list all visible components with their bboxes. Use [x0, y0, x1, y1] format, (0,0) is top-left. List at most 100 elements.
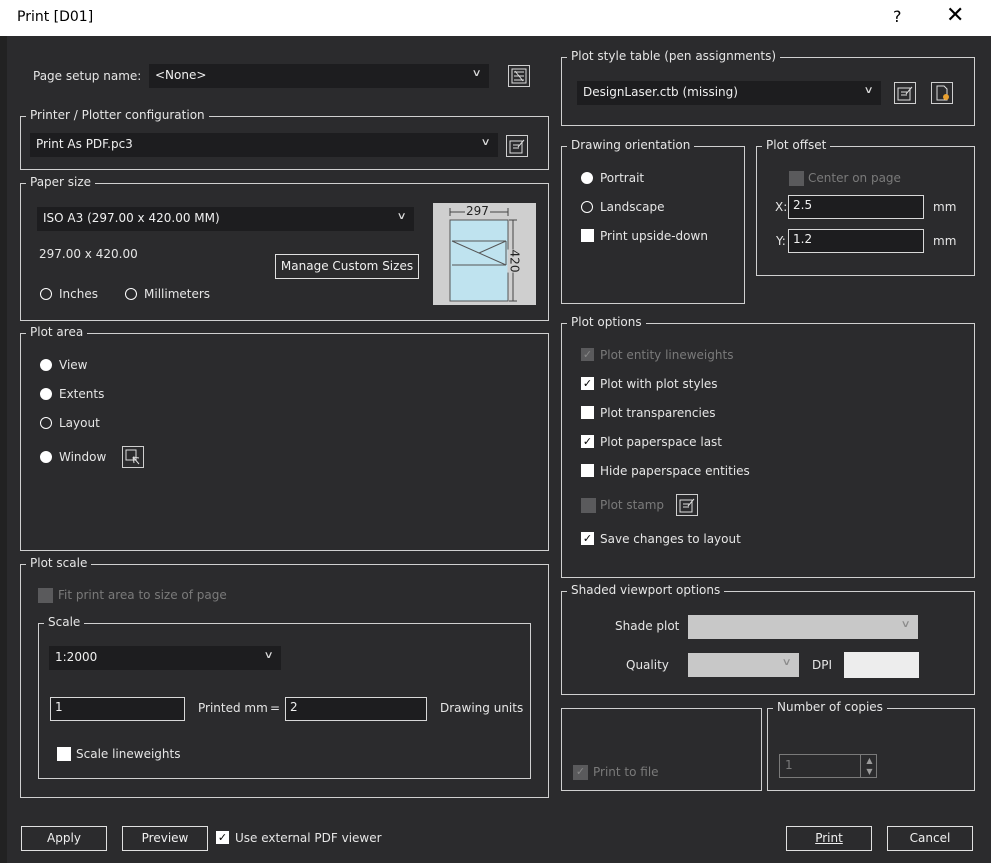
- fit-to-page-checkbox[interactable]: [38, 588, 53, 603]
- plot-style-new-button[interactable]: [931, 82, 953, 104]
- drawing-units-label: Drawing units: [440, 701, 524, 715]
- edit-properties-icon: [509, 139, 525, 154]
- plot-style-select[interactable]: DesignLaser.ctb (missing) ∨: [577, 81, 881, 105]
- print-to-file-checkbox[interactable]: ✓: [573, 765, 588, 780]
- printer-config-legend: Printer / Plotter configuration: [26, 108, 209, 122]
- page-setup-select[interactable]: <None> ∨: [149, 64, 489, 88]
- chevron-down-icon: ∨: [471, 68, 482, 79]
- page-setup-manager-button[interactable]: [508, 65, 530, 87]
- window-title: Print [D01]: [17, 9, 94, 25]
- orientation-legend: Drawing orientation: [567, 138, 695, 152]
- printer-properties-button[interactable]: [506, 135, 528, 157]
- window-radio[interactable]: [40, 451, 52, 463]
- view-radio[interactable]: [40, 359, 52, 371]
- printer-select[interactable]: Print As PDF.pc3 ∨: [30, 133, 498, 157]
- shaded-viewport-legend: Shaded viewport options: [567, 583, 725, 597]
- upside-down-checkbox[interactable]: [581, 229, 594, 242]
- offset-y-label: Y:: [776, 234, 786, 248]
- orientation-group: Drawing orientation: [561, 138, 745, 304]
- spinner-arrows-icon[interactable]: ▲ ▼: [860, 755, 878, 777]
- upside-down-label: Print upside-down: [600, 229, 708, 243]
- cancel-button[interactable]: Cancel: [887, 826, 973, 851]
- quality-select[interactable]: ∨: [688, 653, 799, 677]
- extents-label: Extents: [59, 387, 105, 401]
- scale-value: 1:2000: [55, 650, 98, 664]
- dpi-input[interactable]: [844, 652, 919, 678]
- save-changes-label: Save changes to layout: [600, 532, 741, 546]
- inches-radio[interactable]: [40, 288, 52, 300]
- chevron-down-icon: ∨: [263, 650, 274, 661]
- plot-stamp-settings-button[interactable]: [676, 494, 698, 516]
- scale-lineweights-checkbox[interactable]: [57, 747, 71, 761]
- chevron-down-icon: ∨: [480, 137, 491, 148]
- shade-plot-label: Shade plot: [615, 619, 680, 633]
- paper-size-value: ISO A3 (297.00 x 420.00 MM): [43, 211, 220, 225]
- quality-label: Quality: [626, 658, 669, 672]
- landscape-label: Landscape: [600, 200, 665, 214]
- landscape-radio[interactable]: [581, 201, 593, 213]
- chevron-down-icon: ∨: [900, 619, 911, 630]
- apply-button[interactable]: Apply: [21, 826, 107, 851]
- chevron-down-icon: ∨: [863, 85, 874, 96]
- plot-entity-lineweights-checkbox[interactable]: ✓: [581, 348, 594, 361]
- extents-radio[interactable]: [40, 388, 52, 400]
- layout-radio[interactable]: [40, 417, 52, 429]
- equals-sign: =: [270, 701, 281, 715]
- offset-x-unit: mm: [933, 200, 957, 214]
- paper-size-select[interactable]: ISO A3 (297.00 x 420.00 MM) ∨: [37, 207, 414, 231]
- copies-group: Number of copies: [767, 700, 975, 791]
- portrait-radio[interactable]: [581, 172, 593, 184]
- hide-paperspace-checkbox[interactable]: [581, 464, 594, 477]
- layout-label: Layout: [59, 416, 100, 430]
- page-setup-label: Page setup name:: [33, 69, 142, 83]
- print-button-label: Print: [815, 831, 843, 845]
- print-to-file-label: Print to file: [593, 765, 659, 779]
- plot-transparencies-label: Plot transparencies: [600, 406, 716, 420]
- edit-properties-icon: [897, 86, 913, 101]
- external-pdf-label: Use external PDF viewer: [235, 831, 382, 845]
- new-document-icon: [936, 85, 949, 101]
- portrait-label: Portrait: [600, 171, 645, 185]
- scale-legend: Scale: [44, 615, 85, 629]
- chevron-down-icon: ∨: [781, 657, 792, 668]
- plot-options-legend: Plot options: [567, 315, 646, 329]
- plot-stamp-label: Plot stamp: [600, 498, 665, 512]
- external-pdf-checkbox[interactable]: ✓: [216, 831, 229, 844]
- shade-plot-select[interactable]: ∨: [688, 615, 918, 639]
- window-select-icon: [125, 449, 140, 465]
- edit-properties-icon: [679, 498, 695, 513]
- printed-mm-input[interactable]: 1: [50, 697, 185, 721]
- paper-size-legend: Paper size: [26, 175, 96, 189]
- millimeters-radio[interactable]: [125, 288, 137, 300]
- offset-x-input[interactable]: 2.5: [788, 195, 924, 219]
- copies-spinner[interactable]: 1 ▲ ▼: [779, 754, 877, 778]
- paper-dimensions: 297.00 x 420.00: [39, 247, 138, 261]
- save-changes-checkbox[interactable]: ✓: [581, 532, 594, 545]
- help-button[interactable]: ?: [893, 7, 902, 26]
- drawing-units-input[interactable]: 2: [285, 697, 427, 721]
- printed-mm-label: Printed mm: [198, 701, 268, 715]
- hide-paperspace-label: Hide paperspace entities: [600, 464, 750, 478]
- chevron-down-icon: ∨: [396, 211, 407, 222]
- scale-select[interactable]: 1:2000 ∨: [49, 646, 281, 670]
- plot-stamp-checkbox[interactable]: [581, 498, 596, 513]
- millimeters-label: Millimeters: [144, 287, 211, 301]
- plot-style-edit-button[interactable]: [894, 82, 916, 104]
- title-bar: Print [D01] ? ✕: [0, 0, 991, 36]
- offset-y-unit: mm: [933, 234, 957, 248]
- plot-with-styles-checkbox[interactable]: ✓: [581, 377, 594, 390]
- plot-offset-legend: Plot offset: [762, 138, 831, 152]
- pick-window-button[interactable]: [122, 446, 144, 468]
- page-setup-value: <None>: [155, 68, 207, 82]
- plot-paperspace-last-label: Plot paperspace last: [600, 435, 722, 449]
- preview-button[interactable]: Preview: [122, 826, 208, 851]
- manage-custom-sizes-button[interactable]: Manage Custom Sizes: [275, 254, 419, 279]
- fit-to-page-label: Fit print area to size of page: [58, 588, 227, 602]
- plot-style-value: DesignLaser.ctb (missing): [583, 85, 738, 99]
- close-button[interactable]: ✕: [946, 3, 964, 28]
- print-button[interactable]: Print: [786, 826, 872, 851]
- center-on-page-checkbox[interactable]: [789, 171, 804, 186]
- offset-y-input[interactable]: 1.2: [788, 229, 924, 253]
- plot-paperspace-last-checkbox[interactable]: ✓: [581, 435, 594, 448]
- plot-transparencies-checkbox[interactable]: [581, 406, 594, 419]
